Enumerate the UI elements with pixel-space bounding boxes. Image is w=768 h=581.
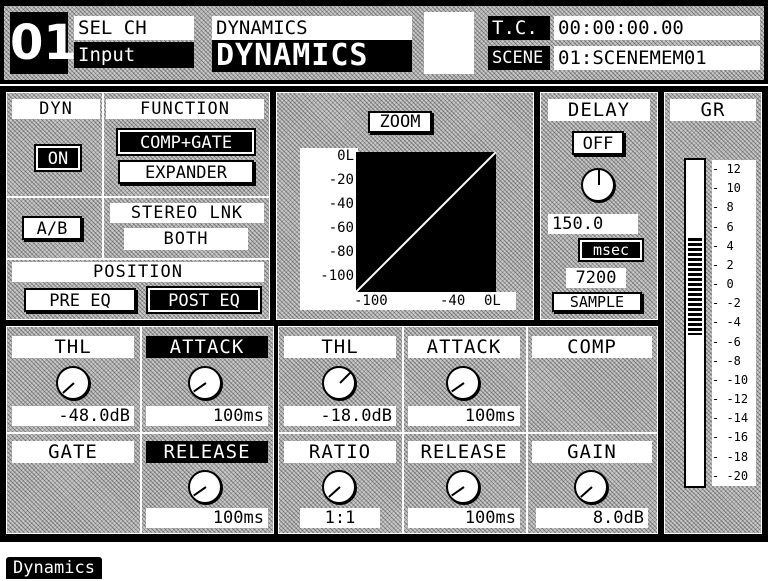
page-title: DYNAMICS (212, 40, 412, 72)
gr-meter-fill (688, 237, 702, 335)
comp-gain-knob[interactable] (574, 470, 608, 504)
comp-divider-h (278, 432, 658, 434)
comp-gain-label: GAIN (532, 441, 652, 463)
comp-release-value: 100ms (408, 508, 520, 528)
channel-number: 01 (10, 12, 77, 74)
gr-scale-tick: - 10 (712, 179, 756, 199)
delay-unit-button[interactable]: msec (578, 238, 644, 262)
gr-scale-tick: - 4 (712, 236, 756, 256)
gr-scale-tick: - -4 (712, 313, 756, 333)
post-eq-button[interactable]: POST EQ (146, 286, 262, 314)
y-tick-4: -80 (328, 244, 354, 260)
y-tick-0: 0L (337, 148, 354, 164)
stereo-link-label: STEREO LNK (110, 203, 264, 223)
gate-label: GATE (12, 441, 134, 463)
comp-label: COMP (532, 336, 652, 358)
y-tick-1: -20 (328, 172, 354, 188)
gr-scale-tick: - 0 (712, 275, 756, 295)
gate-divider-h (6, 432, 274, 434)
y-tick-3: -60 (328, 220, 354, 236)
delay-title: DELAY (548, 99, 650, 121)
gate-attack-knob[interactable] (188, 366, 222, 400)
comp-release-knob[interactable] (446, 470, 480, 504)
gate-divider-v (140, 326, 142, 534)
tc-label: T.C. (488, 16, 550, 40)
x-tick-1: -40 (440, 293, 466, 309)
tab-dynamics[interactable]: Dynamics (6, 557, 102, 579)
gate-release-label: RELEASE (146, 441, 268, 463)
expander-button[interactable]: EXPANDER (118, 160, 254, 184)
comp-ratio-label: RATIO (284, 441, 396, 463)
channel-name[interactable]: Input (74, 42, 194, 68)
gr-scale-tick: - -14 (712, 409, 756, 429)
comp-ratio-knob[interactable] (322, 470, 356, 504)
blank-box (424, 12, 474, 74)
sel-ch-label: SEL CH (74, 16, 194, 40)
comp-divider-v1 (402, 326, 404, 534)
gate-thl-knob[interactable] (56, 366, 90, 400)
gate-thl-value: -48.0dB (12, 406, 134, 426)
ab-button[interactable]: A/B (22, 216, 82, 240)
gr-scale-tick: - -20 (712, 466, 756, 486)
gr-scale-tick: - -12 (712, 390, 756, 410)
gr-scale-tick: - 2 (712, 255, 756, 276)
zoom-button[interactable]: ZOOM (368, 111, 432, 133)
divider-vert (102, 92, 104, 258)
gr-scale-tick: - -2 (712, 294, 756, 314)
comp-divider-v2 (526, 326, 528, 534)
scene-value: 01:SCENEMEM01 (554, 46, 760, 70)
gr-scale-tick: - 12 (712, 160, 756, 180)
gr-scale-tick: - -8 (712, 351, 756, 371)
divider-1 (6, 196, 270, 198)
delay-knob[interactable] (581, 168, 615, 202)
transfer-curve-graph (356, 152, 496, 292)
gate-thl-label: THL (12, 336, 134, 358)
gr-scale-tick: - 6 (712, 217, 756, 237)
tc-value: 00:00:00.00 (554, 16, 760, 40)
gate-release-value: 100ms (146, 508, 268, 528)
comp-ratio-value: 1:1 (300, 508, 380, 528)
gr-scale-tick: - -18 (712, 447, 756, 467)
gate-attack-label: ATTACK (146, 336, 268, 358)
comp-gain-value: 8.0dB (536, 508, 648, 528)
function-label: FUNCTION (106, 99, 264, 119)
comp-thl-knob[interactable] (322, 366, 356, 400)
dyn-label: DYN (12, 99, 100, 119)
gate-attack-value: 100ms (146, 406, 268, 426)
gate-release-knob[interactable] (188, 470, 222, 504)
divider-2 (6, 258, 270, 260)
comp-thl-label: THL (284, 336, 396, 358)
delay-samples-value: 7200 (566, 268, 626, 288)
position-label: POSITION (12, 262, 264, 282)
gr-scale-tick: - 8 (712, 198, 756, 218)
gr-scale: - 12- 10- 8- 6- 4- 2- 0- -2- -4- -6- -8-… (712, 160, 756, 486)
y-tick-2: -40 (328, 196, 354, 212)
scene-label: SCENE (488, 46, 550, 70)
gr-title: GR (670, 99, 756, 121)
comp-release-label: RELEASE (408, 441, 520, 463)
x-tick-0: -100 (354, 293, 388, 309)
comp-attack-value: 100ms (408, 406, 520, 426)
comp-attack-knob[interactable] (446, 366, 480, 400)
gr-scale-tick: - -16 (712, 428, 756, 448)
delay-off-button[interactable]: OFF (572, 131, 624, 155)
gr-scale-tick: - -6 (712, 332, 756, 352)
pre-eq-button[interactable]: PRE EQ (24, 288, 136, 312)
comp-gate-button[interactable]: COMP+GATE (116, 128, 256, 156)
delay-time-value: 150.0 (548, 214, 638, 234)
gr-scale-tick: - -10 (712, 370, 756, 391)
y-tick-5: -100 (320, 268, 354, 284)
comp-thl-value: -18.0dB (284, 406, 396, 426)
stereo-link-value[interactable]: BOTH (124, 228, 248, 250)
dyn-on-button[interactable]: ON (34, 144, 82, 172)
comp-attack-label: ATTACK (408, 336, 520, 358)
dynamics-small-title: DYNAMICS (212, 16, 412, 40)
delay-sample-button[interactable]: SAMPLE (552, 292, 642, 312)
x-tick-2: 0L (484, 293, 501, 309)
